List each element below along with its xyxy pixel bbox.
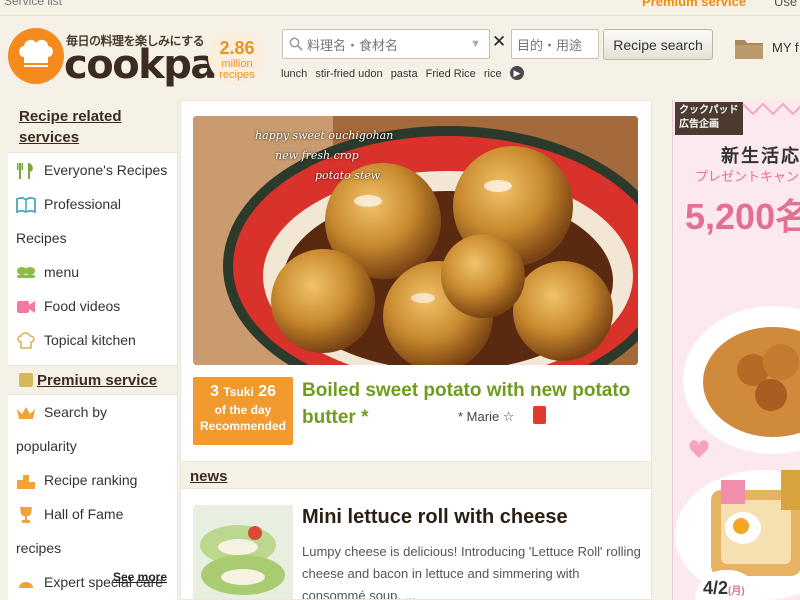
lettuce-roll-image <box>193 505 293 599</box>
recommend-month: 3 <box>209 383 219 400</box>
news-heading-bar: news <box>181 461 651 489</box>
featured-recipe-photo[interactable]: happy sweet ouchigohan new fresh crop po… <box>193 116 638 365</box>
menu-bowl-icon <box>17 267 35 278</box>
recommend-month-unit: Tsuki <box>223 385 254 399</box>
recommended-of-the-day-badge: 3 Tsuki 26 of the day Recommended <box>193 377 293 445</box>
sidebar-item-label: Topical kitchen <box>44 332 136 348</box>
video-icon <box>17 301 35 313</box>
premium-service-link[interactable]: Premium service <box>642 0 746 9</box>
hero-caption-line: happy sweet ouchigohan <box>255 129 394 142</box>
sidebar-item-label: Recipe ranking <box>44 472 138 488</box>
news-title[interactable]: Mini lettuce roll with cheese <box>302 506 568 529</box>
sidebar-item-label: Food videos <box>44 298 121 314</box>
sidebar-item-recipe-ranking[interactable]: Recipe ranking <box>8 463 177 497</box>
search-field[interactable]: ▼ <box>282 29 490 59</box>
sidebar-item-hall-of-fame[interactable]: Hall of Fame recipes <box>8 497 177 565</box>
keyword-link[interactable]: stir-fried udon <box>315 68 382 80</box>
book-icon <box>16 197 36 214</box>
news-thumbnail[interactable] <box>193 505 293 599</box>
premium-p-icon <box>19 373 33 387</box>
clear-search-icon[interactable]: ✕ <box>492 32 506 52</box>
search-icon <box>289 37 303 51</box>
sidebar-premium-heading: Premium service <box>8 365 177 395</box>
sidebar-item-label: Everyone's Recipes <box>44 162 168 178</box>
main-content: happy sweet ouchigohan new fresh crop po… <box>180 100 652 600</box>
recipe-author[interactable]: * Marie ☆ <box>458 409 514 425</box>
sidebar-item-menu[interactable]: menu <box>8 255 177 289</box>
keyword-link[interactable]: pasta <box>391 68 418 80</box>
recipe-book-icon <box>533 406 546 424</box>
expert-icon <box>19 582 33 588</box>
recipe-search-button[interactable]: Recipe search <box>603 29 713 60</box>
chef-hat-icon <box>17 332 35 349</box>
ranking-icon <box>17 475 35 489</box>
sidebar-item-professional-recipes[interactable]: Professional Recipes <box>8 187 177 255</box>
hero-caption-line: potato stew <box>315 169 381 182</box>
recipe-count-label: recipes <box>219 69 255 81</box>
more-keywords-arrow-icon[interactable]: ▶ <box>510 66 524 80</box>
service-list-link[interactable]: Service list <box>4 0 62 8</box>
sidebar-related-heading: Recipe related services <box>8 100 177 153</box>
chef-hat-logo-icon <box>8 28 64 84</box>
recipe-count-number: 2.86 <box>219 38 255 58</box>
recipe-count-badge: 2.86 million recipes <box>208 30 266 84</box>
hero-caption-line: new fresh crop <box>275 149 359 162</box>
recipe-related-services-link[interactable]: Recipe related services <box>19 108 122 146</box>
recommend-day: 26 <box>258 383 277 400</box>
recommend-label: Recommended <box>199 419 287 433</box>
sidebar-item-search-by-popularity[interactable]: Search by popularity <box>8 395 177 463</box>
see-more-link[interactable]: See more <box>113 570 167 584</box>
purpose-input[interactable] <box>517 34 595 56</box>
folder-icon <box>735 40 763 59</box>
sidebar-item-topical-kitchen[interactable]: Topical kitchen <box>8 323 177 357</box>
sidebar-item-everyones-recipes[interactable]: Everyone's Recipes <box>8 153 177 187</box>
sidebar-item-label: menu <box>44 264 80 280</box>
crown-icon <box>17 407 35 419</box>
sidebar-item-label: Hall of Fame <box>44 506 124 522</box>
utensils-icon <box>17 163 33 179</box>
user-link[interactable]: Use <box>774 0 797 9</box>
keyword-link[interactable]: lunch <box>281 68 307 80</box>
premium-service-heading-link[interactable]: Premium service <box>37 372 157 389</box>
sidebar: Recipe related services Everyone's Recip… <box>8 100 178 600</box>
news-body: Lumpy cheese is delicious! Introducing '… <box>302 544 641 600</box>
sidebar-item-label: Professional <box>44 196 122 212</box>
keyword-link[interactable]: rice <box>484 68 502 80</box>
ad-date: 4/2 <box>703 578 729 598</box>
sidebar-item-food-videos[interactable]: Food videos <box>8 289 177 323</box>
hero-caption: happy sweet ouchigohan new fresh crop po… <box>255 126 393 186</box>
sidebar-item-label-line2: Recipes <box>16 230 67 246</box>
ad-date-day: (月) <box>728 586 745 597</box>
search-input[interactable] <box>307 34 463 56</box>
ad-prize-count: 5,200名 <box>685 196 800 237</box>
trophy-icon <box>20 507 32 523</box>
sidebar-item-label: Search by <box>44 404 108 420</box>
recommend-of-the-day: of the day <box>214 403 272 417</box>
keyword-link[interactable]: Fried Rice <box>426 68 476 80</box>
top-strip: Service list Premium service Use <box>0 0 800 16</box>
purpose-field[interactable] <box>511 29 599 59</box>
sidebar-item-label-line2: recipes <box>16 540 62 556</box>
news-heading-link[interactable]: news <box>190 468 228 485</box>
dropdown-triangle-icon[interactable]: ▼ <box>470 38 481 50</box>
ad-subtitle: プレゼントキャン <box>695 169 800 184</box>
cookpad-logo[interactable]: 毎日の料理を楽しみにする cookpad <box>8 28 245 88</box>
popular-keywords: lunch stir-fried udon pasta Fried Rice r… <box>281 68 507 80</box>
ad-title: 新生活応 <box>721 146 800 166</box>
my-folder-label: MY f <box>772 40 799 55</box>
advertisement-banner[interactable]: クックパッド 広告企画 新生活応 プレゼントキャン 5,200名 4/2(月) <box>672 100 800 600</box>
sidebar-item-label-line2: popularity <box>16 438 77 454</box>
